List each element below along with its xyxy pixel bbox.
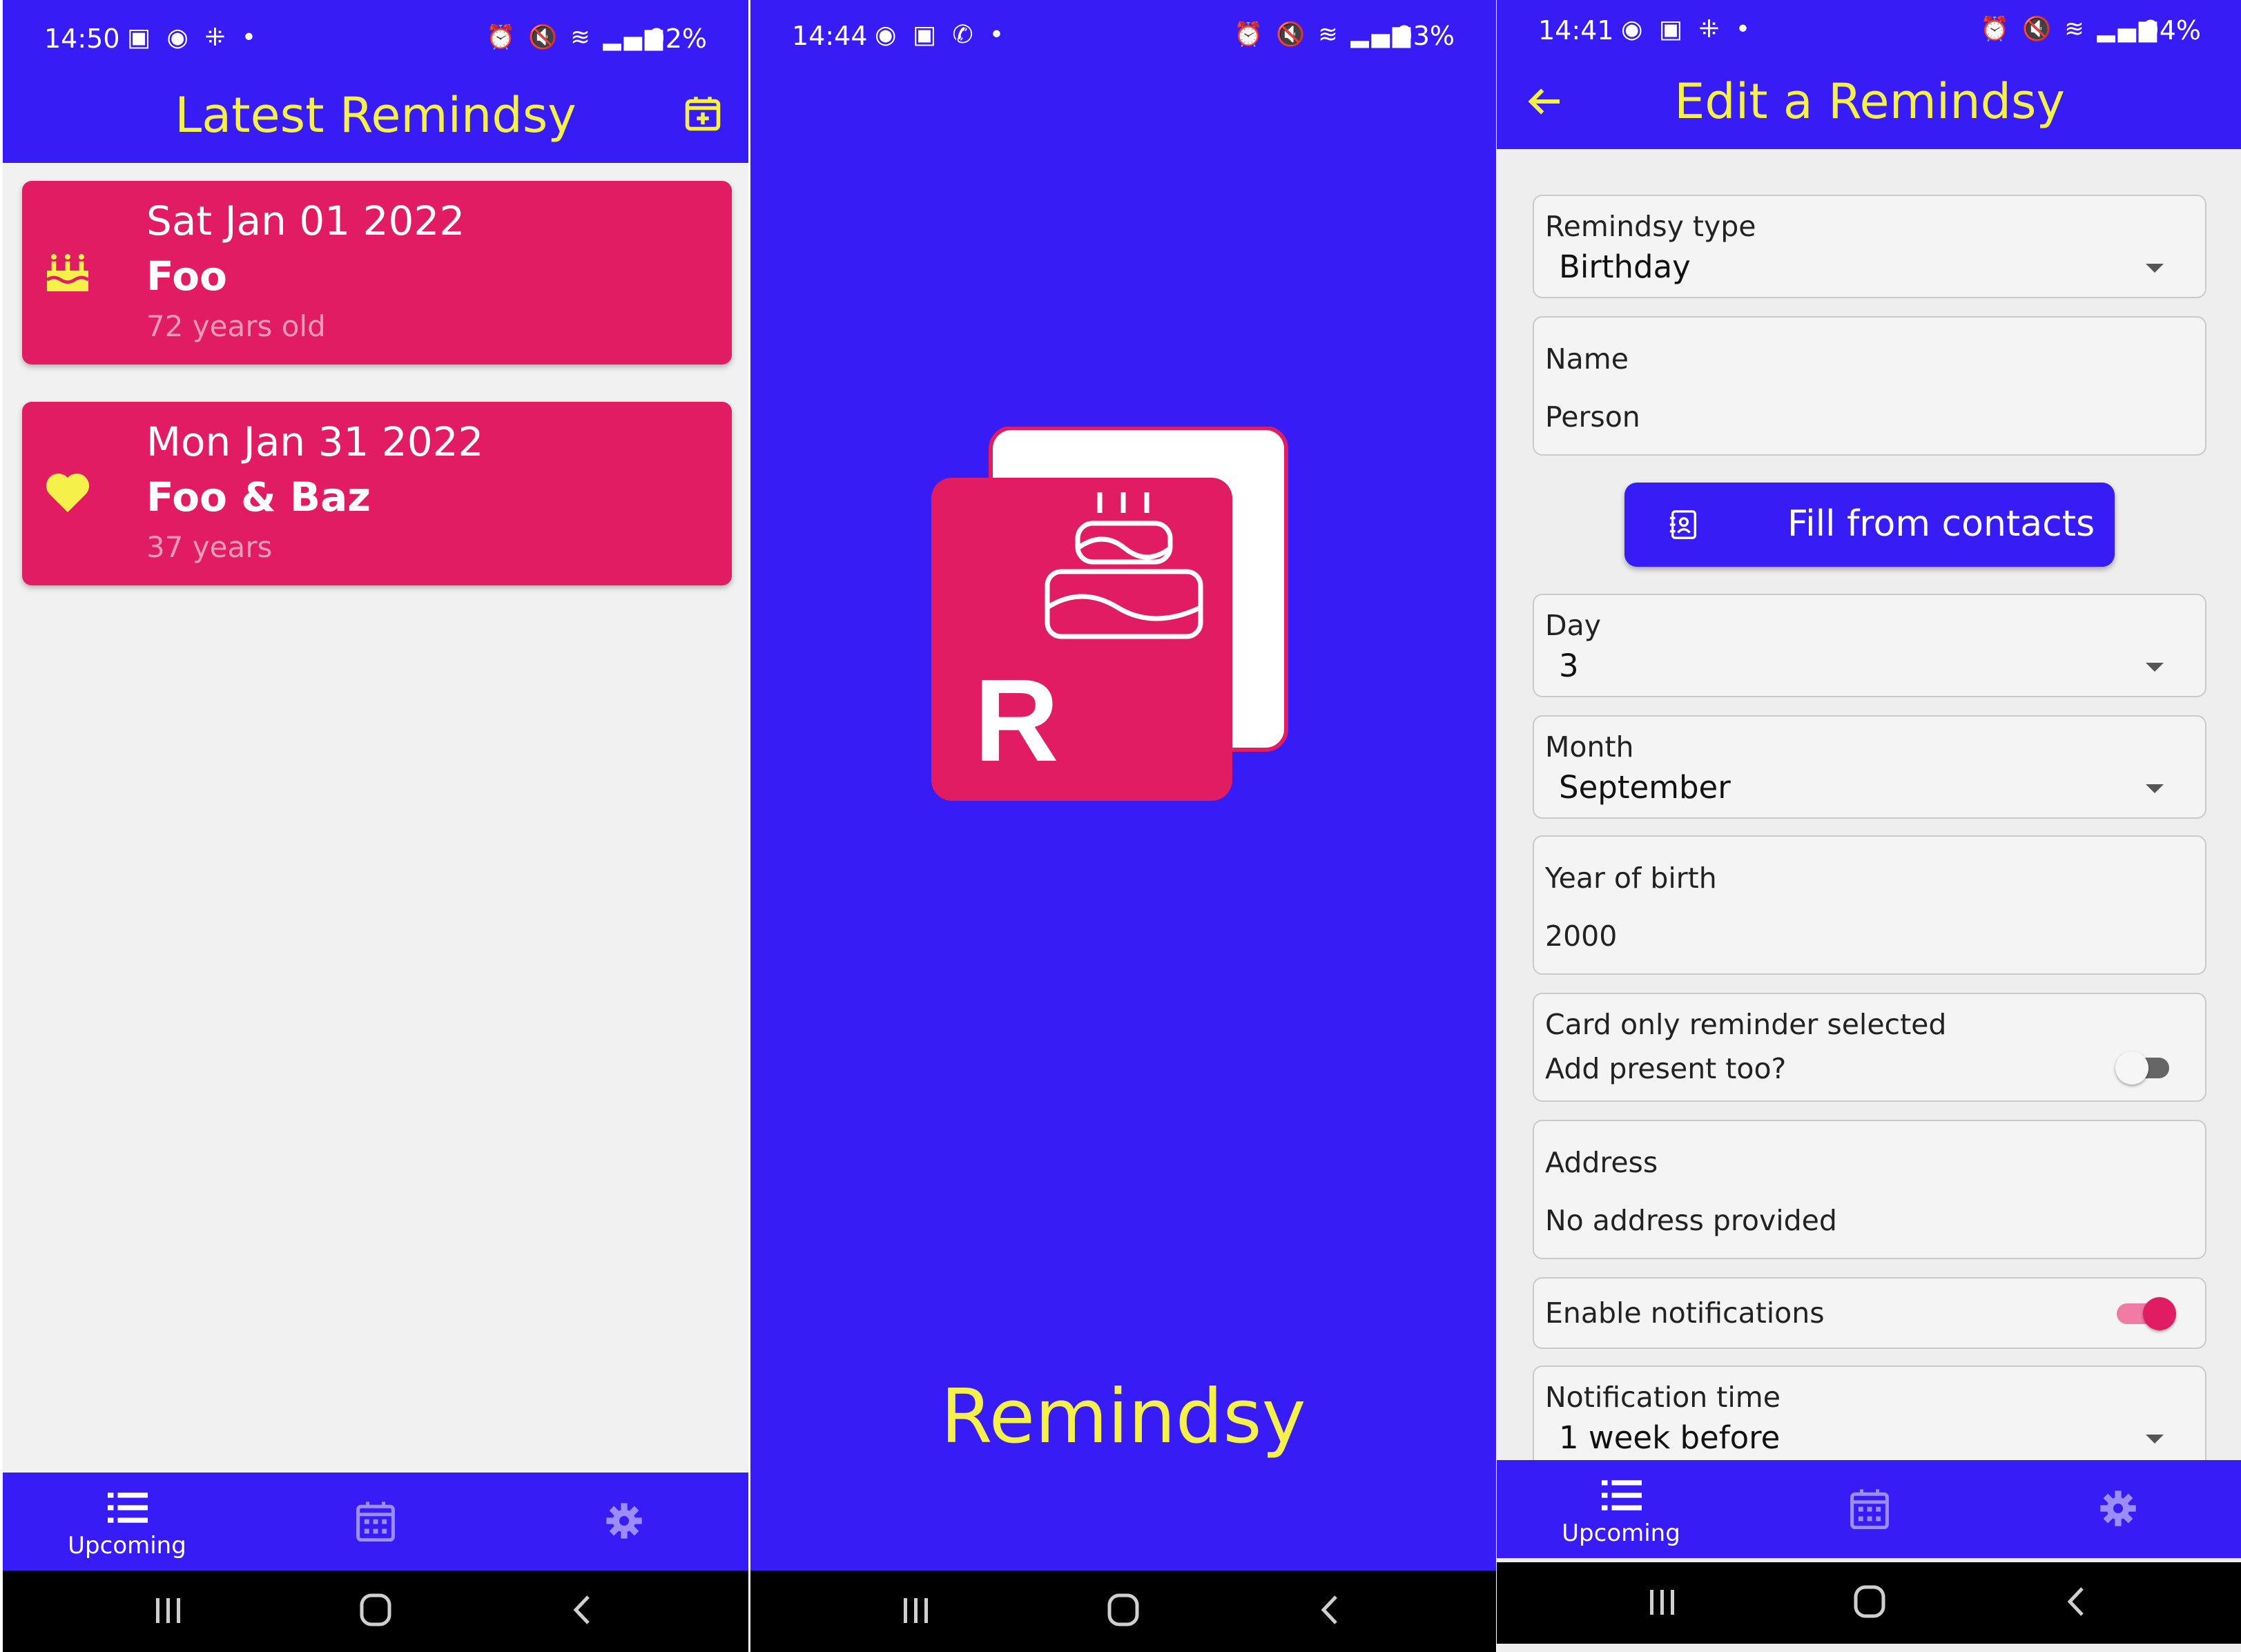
birthday-cake-icon	[46, 254, 90, 291]
bottom-navigation: Upcoming	[3, 1473, 748, 1571]
status-time: 14:41	[1538, 15, 1614, 46]
gear-icon	[2100, 1490, 2136, 1526]
system-navigation-bar	[3, 1571, 748, 1652]
page-title: Latest Remindsy	[175, 87, 576, 144]
card-name: Foo	[146, 253, 227, 300]
remindsy-type-label: Remindsy type	[1545, 210, 1756, 243]
year-of-birth-label: Year of birth	[1545, 862, 1717, 895]
system-status-icons: ⏰ 🔇 ≋ ▂▄▆	[1233, 21, 1413, 48]
system-navigation-bar	[1497, 1562, 2241, 1644]
battery-level: 92%	[648, 23, 707, 54]
name-label: Name	[1545, 342, 1629, 376]
address-label: Address	[1545, 1146, 1658, 1179]
calendar-icon	[1850, 1489, 1889, 1529]
screen-splash: 14:44 ◉ ▣ ✆ • ⏰ 🔇 ≋ ▂▄▆ 93% R Remindsy	[750, 0, 1496, 1652]
status-time: 14:50	[44, 23, 120, 54]
notification-time-value: 1 week before	[1559, 1419, 1781, 1456]
screen-latest-remindsy: 14:50 ▣ ◉ ⁜ • ⏰ 🔇 ≋ ▂▄▆ 92% Latest Remin…	[3, 0, 748, 1652]
calendar-plus-icon[interactable]	[682, 93, 724, 134]
recent-apps-icon[interactable]	[141, 1586, 196, 1634]
nav-calendar[interactable]	[1745, 1460, 1994, 1558]
bottom-navigation: Upcoming	[1497, 1460, 2241, 1558]
nav-calendar[interactable]	[251, 1473, 500, 1571]
address-field[interactable]: Address No address provided	[1533, 1120, 2206, 1259]
heart-icon	[46, 473, 90, 512]
battery-level: 94%	[2142, 15, 2201, 46]
chevron-down-icon	[2146, 663, 2164, 672]
logo-letter: R	[974, 655, 1059, 786]
back-nav-icon[interactable]	[555, 1586, 610, 1634]
app-logo: R	[931, 427, 1288, 801]
notification-time-label: Notification time	[1545, 1381, 1781, 1414]
notification-icons: ◉ ▣ ⁜ •	[1621, 15, 1755, 43]
enable-notifications-label: Enable notifications	[1545, 1296, 1825, 1330]
month-select[interactable]: Month September	[1533, 715, 2206, 819]
card-age: 37 years	[146, 530, 273, 564]
month-label: Month	[1545, 730, 1634, 764]
chevron-down-icon	[2146, 1435, 2164, 1444]
home-icon[interactable]	[348, 1586, 403, 1634]
remindsy-type-value: Birthday	[1559, 249, 1691, 285]
notification-time-select[interactable]: Notification time 1 week before	[1533, 1366, 2206, 1469]
back-nav-icon[interactable]	[2049, 1577, 2104, 1626]
calendar-icon	[356, 1502, 395, 1542]
contacts-icon	[1669, 510, 1696, 539]
home-icon[interactable]	[1096, 1586, 1151, 1634]
nav-upcoming-label: Upcoming	[68, 1532, 186, 1559]
remindsy-card[interactable]: Mon Jan 31 2022 Foo & Baz 37 years	[22, 402, 732, 585]
year-of-birth-field[interactable]: Year of birth 2000	[1533, 835, 2206, 975]
home-icon[interactable]	[1842, 1577, 1897, 1626]
nav-settings[interactable]	[500, 1473, 748, 1571]
card-age: 72 years old	[146, 309, 326, 343]
notifications-toggle[interactable]	[2117, 1297, 2176, 1330]
notifications-option: Enable notifications	[1533, 1277, 2206, 1349]
screen-edit-remindsy: 14:41 ◉ ▣ ⁜ • ⏰ 🔇 ≋ ▂▄▆ 94% Edit a Remin…	[1497, 0, 2241, 1652]
gear-icon	[606, 1503, 642, 1539]
name-value: Person	[1545, 400, 1640, 434]
nav-settings[interactable]	[1994, 1460, 2241, 1558]
name-field[interactable]: Name Person	[1533, 316, 2206, 456]
nav-upcoming[interactable]: Upcoming	[1497, 1460, 1745, 1558]
list-icon	[1602, 1480, 1642, 1510]
fill-from-contacts-label: Fill from contacts	[1787, 503, 2095, 545]
add-present-text: Add present too?	[1545, 1052, 1787, 1085]
address-value: No address provided	[1545, 1204, 1837, 1237]
toggle-knob	[2115, 1051, 2148, 1085]
add-present-toggle[interactable]	[2115, 1051, 2176, 1085]
recent-apps-icon[interactable]	[1635, 1577, 1690, 1626]
splash-title: Remindsy	[940, 1374, 1306, 1460]
battery-level: 93%	[1396, 21, 1455, 51]
nav-upcoming-label: Upcoming	[1562, 1519, 1680, 1547]
present-option: Card only reminder selected Add present …	[1533, 993, 2206, 1102]
status-bar: 14:50 ▣ ◉ ⁜ • ⏰ 🔇 ≋ ▂▄▆ 92%	[3, 0, 748, 76]
day-value: 3	[1559, 648, 1579, 684]
card-date: Mon Jan 31 2022	[146, 418, 484, 465]
system-status-icons: ⏰ 🔇 ≋ ▂▄▆	[485, 23, 666, 51]
remindsy-type-select[interactable]: Remindsy type Birthday	[1533, 195, 2206, 298]
card-only-text: Card only reminder selected	[1545, 1008, 1947, 1041]
chevron-down-icon	[2146, 784, 2164, 793]
card-date: Sat Jan 01 2022	[146, 197, 465, 244]
chevron-down-icon	[2146, 264, 2164, 273]
back-nav-icon[interactable]	[1303, 1586, 1358, 1634]
status-bar: 14:44 ◉ ▣ ✆ • ⏰ 🔇 ≋ ▂▄▆ 93%	[750, 0, 1496, 76]
nav-upcoming[interactable]: Upcoming	[3, 1473, 251, 1571]
system-status-icons: ⏰ 🔇 ≋ ▂▄▆	[1979, 15, 2160, 43]
month-value: September	[1559, 769, 1731, 806]
day-select[interactable]: Day 3	[1533, 594, 2206, 697]
system-navigation-bar	[750, 1571, 1496, 1652]
card-name: Foo & Baz	[146, 474, 371, 521]
day-label: Day	[1545, 609, 1601, 642]
notification-icons: ▣ ◉ ⁜ •	[127, 23, 261, 52]
page-title: Edit a Remindsy	[1674, 73, 2065, 130]
notification-icons: ◉ ▣ ✆ •	[875, 21, 1009, 49]
fill-from-contacts-button[interactable]: Fill from contacts	[1624, 483, 2115, 567]
toggle-knob	[2143, 1297, 2176, 1330]
remindsy-card[interactable]: Sat Jan 01 2022 Foo 72 years old	[22, 181, 732, 365]
list-icon	[108, 1493, 148, 1523]
status-time: 14:44	[792, 21, 868, 51]
year-of-birth-value: 2000	[1545, 920, 1618, 953]
recent-apps-icon[interactable]	[889, 1586, 944, 1634]
